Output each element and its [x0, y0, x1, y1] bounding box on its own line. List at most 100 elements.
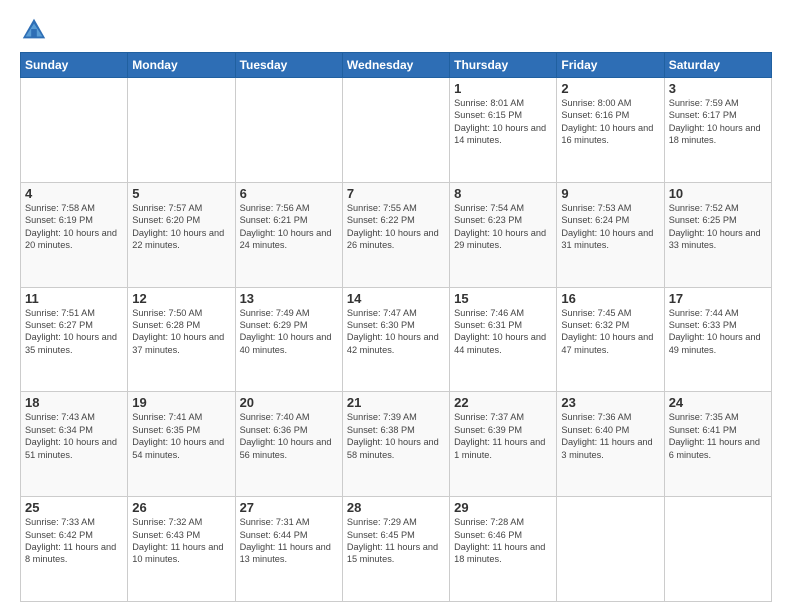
day-info: Sunrise: 7:45 AM Sunset: 6:32 PM Dayligh…	[561, 307, 659, 357]
calendar-cell: 21Sunrise: 7:39 AM Sunset: 6:38 PM Dayli…	[342, 392, 449, 497]
day-number: 3	[669, 81, 767, 96]
day-number: 21	[347, 395, 445, 410]
weekday-thursday: Thursday	[450, 53, 557, 78]
calendar-cell: 20Sunrise: 7:40 AM Sunset: 6:36 PM Dayli…	[235, 392, 342, 497]
day-info: Sunrise: 7:29 AM Sunset: 6:45 PM Dayligh…	[347, 516, 445, 566]
day-number: 10	[669, 186, 767, 201]
calendar-cell: 5Sunrise: 7:57 AM Sunset: 6:20 PM Daylig…	[128, 182, 235, 287]
day-number: 26	[132, 500, 230, 515]
calendar-cell	[664, 497, 771, 602]
day-number: 6	[240, 186, 338, 201]
calendar-cell: 8Sunrise: 7:54 AM Sunset: 6:23 PM Daylig…	[450, 182, 557, 287]
calendar-table: SundayMondayTuesdayWednesdayThursdayFrid…	[20, 52, 772, 602]
day-info: Sunrise: 7:37 AM Sunset: 6:39 PM Dayligh…	[454, 411, 552, 461]
weekday-sunday: Sunday	[21, 53, 128, 78]
day-number: 25	[25, 500, 123, 515]
calendar-body: 1Sunrise: 8:01 AM Sunset: 6:15 PM Daylig…	[21, 78, 772, 602]
day-number: 11	[25, 291, 123, 306]
calendar-cell: 12Sunrise: 7:50 AM Sunset: 6:28 PM Dayli…	[128, 287, 235, 392]
weekday-friday: Friday	[557, 53, 664, 78]
calendar-cell: 10Sunrise: 7:52 AM Sunset: 6:25 PM Dayli…	[664, 182, 771, 287]
day-number: 28	[347, 500, 445, 515]
calendar-cell: 15Sunrise: 7:46 AM Sunset: 6:31 PM Dayli…	[450, 287, 557, 392]
weekday-monday: Monday	[128, 53, 235, 78]
day-info: Sunrise: 7:40 AM Sunset: 6:36 PM Dayligh…	[240, 411, 338, 461]
calendar-cell: 23Sunrise: 7:36 AM Sunset: 6:40 PM Dayli…	[557, 392, 664, 497]
day-number: 20	[240, 395, 338, 410]
day-info: Sunrise: 7:41 AM Sunset: 6:35 PM Dayligh…	[132, 411, 230, 461]
calendar-cell: 2Sunrise: 8:00 AM Sunset: 6:16 PM Daylig…	[557, 78, 664, 183]
calendar-cell	[557, 497, 664, 602]
calendar-header: SundayMondayTuesdayWednesdayThursdayFrid…	[21, 53, 772, 78]
day-info: Sunrise: 7:56 AM Sunset: 6:21 PM Dayligh…	[240, 202, 338, 252]
weekday-tuesday: Tuesday	[235, 53, 342, 78]
day-number: 24	[669, 395, 767, 410]
calendar-week-3: 18Sunrise: 7:43 AM Sunset: 6:34 PM Dayli…	[21, 392, 772, 497]
calendar-cell: 13Sunrise: 7:49 AM Sunset: 6:29 PM Dayli…	[235, 287, 342, 392]
calendar-cell: 11Sunrise: 7:51 AM Sunset: 6:27 PM Dayli…	[21, 287, 128, 392]
day-info: Sunrise: 7:59 AM Sunset: 6:17 PM Dayligh…	[669, 97, 767, 147]
calendar-cell: 25Sunrise: 7:33 AM Sunset: 6:42 PM Dayli…	[21, 497, 128, 602]
day-number: 29	[454, 500, 552, 515]
day-info: Sunrise: 7:58 AM Sunset: 6:19 PM Dayligh…	[25, 202, 123, 252]
calendar-cell	[342, 78, 449, 183]
day-info: Sunrise: 7:32 AM Sunset: 6:43 PM Dayligh…	[132, 516, 230, 566]
calendar-cell: 26Sunrise: 7:32 AM Sunset: 6:43 PM Dayli…	[128, 497, 235, 602]
calendar-cell: 3Sunrise: 7:59 AM Sunset: 6:17 PM Daylig…	[664, 78, 771, 183]
calendar-cell: 28Sunrise: 7:29 AM Sunset: 6:45 PM Dayli…	[342, 497, 449, 602]
day-number: 2	[561, 81, 659, 96]
day-info: Sunrise: 7:44 AM Sunset: 6:33 PM Dayligh…	[669, 307, 767, 357]
calendar-cell: 22Sunrise: 7:37 AM Sunset: 6:39 PM Dayli…	[450, 392, 557, 497]
calendar-week-2: 11Sunrise: 7:51 AM Sunset: 6:27 PM Dayli…	[21, 287, 772, 392]
calendar-cell: 7Sunrise: 7:55 AM Sunset: 6:22 PM Daylig…	[342, 182, 449, 287]
calendar-cell	[235, 78, 342, 183]
day-number: 9	[561, 186, 659, 201]
calendar-cell: 27Sunrise: 7:31 AM Sunset: 6:44 PM Dayli…	[235, 497, 342, 602]
day-info: Sunrise: 7:49 AM Sunset: 6:29 PM Dayligh…	[240, 307, 338, 357]
day-info: Sunrise: 7:35 AM Sunset: 6:41 PM Dayligh…	[669, 411, 767, 461]
weekday-saturday: Saturday	[664, 53, 771, 78]
day-info: Sunrise: 7:39 AM Sunset: 6:38 PM Dayligh…	[347, 411, 445, 461]
day-info: Sunrise: 7:54 AM Sunset: 6:23 PM Dayligh…	[454, 202, 552, 252]
weekday-wednesday: Wednesday	[342, 53, 449, 78]
day-number: 17	[669, 291, 767, 306]
calendar-cell: 4Sunrise: 7:58 AM Sunset: 6:19 PM Daylig…	[21, 182, 128, 287]
logo-icon	[20, 16, 48, 44]
calendar-cell: 1Sunrise: 8:01 AM Sunset: 6:15 PM Daylig…	[450, 78, 557, 183]
day-number: 8	[454, 186, 552, 201]
day-number: 13	[240, 291, 338, 306]
day-number: 19	[132, 395, 230, 410]
calendar-week-0: 1Sunrise: 8:01 AM Sunset: 6:15 PM Daylig…	[21, 78, 772, 183]
day-info: Sunrise: 7:53 AM Sunset: 6:24 PM Dayligh…	[561, 202, 659, 252]
day-info: Sunrise: 7:57 AM Sunset: 6:20 PM Dayligh…	[132, 202, 230, 252]
day-info: Sunrise: 7:43 AM Sunset: 6:34 PM Dayligh…	[25, 411, 123, 461]
day-info: Sunrise: 7:52 AM Sunset: 6:25 PM Dayligh…	[669, 202, 767, 252]
day-number: 22	[454, 395, 552, 410]
calendar-cell: 16Sunrise: 7:45 AM Sunset: 6:32 PM Dayli…	[557, 287, 664, 392]
day-number: 14	[347, 291, 445, 306]
day-info: Sunrise: 7:46 AM Sunset: 6:31 PM Dayligh…	[454, 307, 552, 357]
day-number: 1	[454, 81, 552, 96]
day-number: 7	[347, 186, 445, 201]
calendar-cell: 9Sunrise: 7:53 AM Sunset: 6:24 PM Daylig…	[557, 182, 664, 287]
day-info: Sunrise: 7:33 AM Sunset: 6:42 PM Dayligh…	[25, 516, 123, 566]
calendar-week-1: 4Sunrise: 7:58 AM Sunset: 6:19 PM Daylig…	[21, 182, 772, 287]
calendar-cell: 17Sunrise: 7:44 AM Sunset: 6:33 PM Dayli…	[664, 287, 771, 392]
day-number: 18	[25, 395, 123, 410]
calendar-cell: 29Sunrise: 7:28 AM Sunset: 6:46 PM Dayli…	[450, 497, 557, 602]
calendar-cell: 19Sunrise: 7:41 AM Sunset: 6:35 PM Dayli…	[128, 392, 235, 497]
calendar-week-4: 25Sunrise: 7:33 AM Sunset: 6:42 PM Dayli…	[21, 497, 772, 602]
day-info: Sunrise: 7:28 AM Sunset: 6:46 PM Dayligh…	[454, 516, 552, 566]
day-info: Sunrise: 7:51 AM Sunset: 6:27 PM Dayligh…	[25, 307, 123, 357]
day-info: Sunrise: 7:36 AM Sunset: 6:40 PM Dayligh…	[561, 411, 659, 461]
day-info: Sunrise: 7:55 AM Sunset: 6:22 PM Dayligh…	[347, 202, 445, 252]
calendar-cell: 14Sunrise: 7:47 AM Sunset: 6:30 PM Dayli…	[342, 287, 449, 392]
day-number: 16	[561, 291, 659, 306]
calendar-cell: 6Sunrise: 7:56 AM Sunset: 6:21 PM Daylig…	[235, 182, 342, 287]
header	[20, 16, 772, 44]
page: SundayMondayTuesdayWednesdayThursdayFrid…	[0, 0, 792, 612]
day-info: Sunrise: 8:01 AM Sunset: 6:15 PM Dayligh…	[454, 97, 552, 147]
day-number: 4	[25, 186, 123, 201]
day-number: 23	[561, 395, 659, 410]
calendar-cell: 24Sunrise: 7:35 AM Sunset: 6:41 PM Dayli…	[664, 392, 771, 497]
